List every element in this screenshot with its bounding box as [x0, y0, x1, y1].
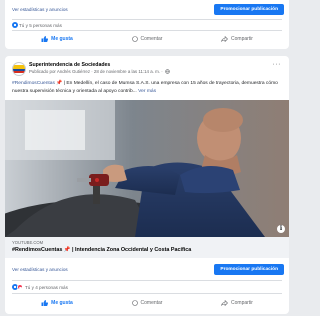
post-meta: Publicado por Andrés Gutiérrez · 28 de n… [29, 69, 170, 74]
love-heart-icon [17, 284, 23, 290]
link-preview[interactable]: youtube.com #RendimosCuentas 📌 | Intende… [5, 237, 289, 258]
reactions-count-text: Tú y 4 personas más [25, 284, 68, 290]
promote-post-button[interactable]: Promocionar publicación [214, 263, 284, 275]
post-text: #RendimosCuentas 📌 | En Medellín, el cas… [12, 80, 281, 95]
more-options-icon[interactable]: ··· [273, 61, 282, 68]
share-arrow-icon [221, 36, 228, 42]
link-title: #RendimosCuentas 📌 | Intendencia Zona Oc… [12, 247, 192, 253]
comment-bubble-icon [131, 300, 138, 306]
promote-post-button[interactable]: Promocionar publicación [214, 3, 284, 15]
comment-bubble-icon [131, 36, 138, 42]
insights-link[interactable]: Ver estadísticas y anuncios [12, 7, 68, 12]
comment-label: Comentar [140, 300, 163, 306]
like-thumb-icon [41, 300, 49, 306]
promo-row: Ver estadísticas y anuncios Promocionar … [5, 260, 289, 278]
link-domain: youtube.com [12, 240, 44, 245]
reactions-count-text: Tú y 5 personas más [19, 22, 62, 28]
post-meta-text: Publicado por Andrés Gutiérrez · 28 de n… [29, 69, 163, 74]
video-thumbnail[interactable]: i [5, 100, 289, 237]
post-actions: Me gusta Comentar Compartir [12, 33, 282, 45]
page-avatar[interactable] [12, 62, 26, 76]
see-more-link[interactable]: Ver más [138, 89, 156, 94]
share-label: Compartir [231, 36, 253, 42]
like-thumb-icon [41, 36, 49, 42]
like-thumb-icon [12, 22, 18, 28]
page-name[interactable]: Superintendencia de Sociedades [29, 62, 110, 68]
comment-label: Comentar [140, 36, 163, 42]
share-label: Compartir [231, 300, 253, 306]
like-label: Me gusta [51, 300, 73, 306]
divider [12, 293, 282, 294]
comment-button[interactable]: Comentar [102, 36, 192, 42]
insights-link[interactable]: Ver estadísticas y anuncios [12, 267, 68, 272]
like-button[interactable]: Me gusta [12, 36, 102, 42]
like-button[interactable]: Me gusta [12, 300, 102, 306]
reactions-summary[interactable]: Tú y 4 personas más [12, 284, 68, 290]
post-actions: Me gusta Comentar Compartir [12, 297, 282, 309]
divider [12, 30, 282, 31]
hashtag-link[interactable]: #RendimosCuentas [12, 81, 55, 86]
share-button[interactable]: Compartir [192, 300, 282, 306]
globe-icon [165, 69, 170, 74]
post-card: Superintendencia de Sociedades Publicado… [5, 56, 289, 314]
share-arrow-icon [221, 300, 228, 306]
reactions-summary[interactable]: Tú y 5 personas más [12, 22, 62, 28]
divider [12, 280, 282, 281]
video-thumbnail-image [5, 100, 289, 237]
share-button[interactable]: Compartir [192, 36, 282, 42]
avatar-flag-red [13, 71, 25, 73]
info-icon[interactable]: i [277, 225, 285, 233]
previous-post-footer: Ver estadísticas y anuncios Promocionar … [5, 0, 289, 49]
comment-button[interactable]: Comentar [102, 300, 192, 306]
divider [12, 19, 282, 20]
like-label: Me gusta [51, 36, 73, 42]
promo-row: Ver estadísticas y anuncios Promocionar … [5, 0, 289, 18]
